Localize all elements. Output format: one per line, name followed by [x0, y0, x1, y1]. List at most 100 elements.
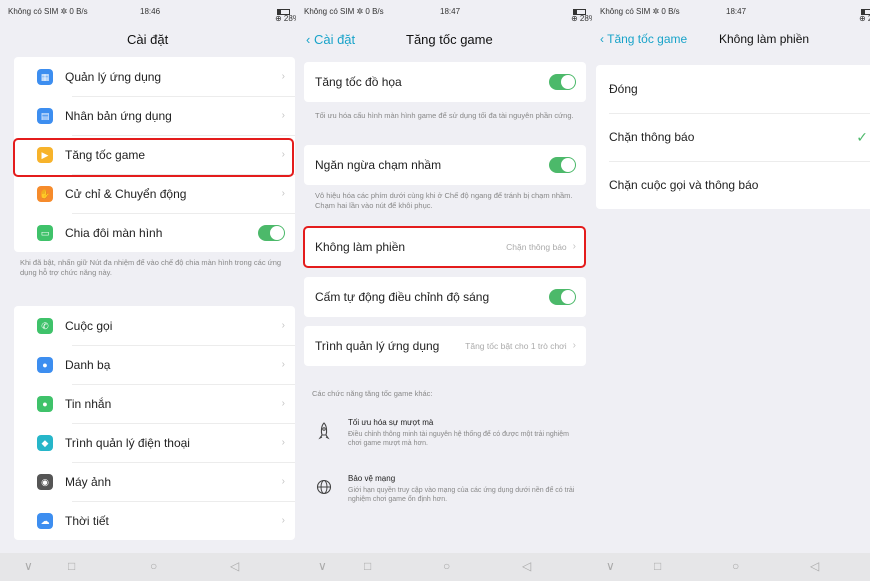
split-screen-note: Khi đã bật, nhấn giữ Nút đa nhiệm để vào…	[20, 258, 282, 277]
status-bar: Không có SIM ✲ 0 B/s 18:47 ⊕ 28%	[592, 0, 870, 23]
chevron-right-icon: ›	[281, 71, 285, 82]
header: ‹ Tăng tốc game Không làm phiền	[592, 22, 870, 58]
divider	[72, 135, 295, 136]
battery-icon	[573, 9, 586, 15]
settings-group-apps: ✆ Cuộc gọi › ● Danh bạ › ● Tin nhắn › ◆ Trình quản…	[14, 306, 295, 540]
game-speedup-screen: Không có SIM ✲ 0 B/s 18:47 ⊕ 28% ‹ Cài đ…	[296, 0, 592, 581]
nav-bar: ∨ □ ○ ◁	[592, 553, 870, 581]
settings-item-camera[interactable]: ◉ Máy ảnh ›	[14, 462, 295, 501]
chevron-right-icon: ›	[281, 437, 285, 448]
check-icon: ✓	[856, 128, 868, 145]
graphics-card: Tăng tốc đồ họa	[304, 62, 586, 102]
app-manager-icon: ▦	[37, 68, 53, 85]
graphics-note: Tối ưu hóa cấu hình màn hình game để sử …	[315, 111, 574, 120]
feature-network: Bảo vệ mạng Giới hạn quyền truy cập vào …	[310, 470, 578, 516]
clock: 18:47	[440, 7, 461, 16]
chevron-right-icon: ›	[281, 515, 285, 526]
nav-square-icon[interactable]: □	[68, 559, 75, 573]
carrier-text: Không có SIM ✲ 0 B/s	[8, 7, 88, 16]
nav-back-icon[interactable]: ∨	[24, 559, 33, 573]
nav-square-icon[interactable]: □	[364, 559, 371, 573]
chevron-right-icon: ›	[281, 188, 285, 199]
nav-home-icon[interactable]: ○	[732, 559, 739, 573]
highlight-dnd	[303, 226, 586, 268]
dnd-option[interactable]: Chặn cuộc gọi và thông báo	[596, 161, 870, 209]
settings-item-label: Chia đôi màn hình	[65, 225, 163, 240]
nav-bar: ∨ □ ○ ◁	[0, 553, 296, 581]
divider	[609, 113, 870, 114]
divider	[72, 501, 295, 502]
divider	[72, 213, 295, 214]
feature-title: Tối ưu hóa sự mượt mà	[348, 418, 434, 427]
split-screen-toggle[interactable]	[258, 224, 285, 241]
chevron-right-icon: ›	[281, 320, 285, 331]
nav-recent-icon[interactable]: ◁	[230, 559, 239, 573]
carrier-text: Không có SIM ✲ 0 B/s	[600, 7, 680, 16]
graphics-row: Tăng tốc đồ họa	[304, 62, 586, 101]
settings-item-weather[interactable]: ☁ Thời tiết ›	[14, 501, 295, 540]
nav-recent-icon[interactable]: ◁	[522, 559, 531, 573]
nav-recent-icon[interactable]: ◁	[810, 559, 819, 573]
touch-label: Ngăn ngừa chạm nhầm	[315, 157, 442, 172]
chevron-right-icon: ›	[281, 476, 285, 487]
weather-icon: ☁	[37, 512, 53, 529]
page-title: Không làm phiền	[719, 32, 810, 46]
settings-item-gesture[interactable]: ✋ Cử chỉ & Chuyển động ›	[14, 174, 295, 213]
gesture-icon: ✋	[37, 185, 53, 202]
battery-text: ⊕ 28%	[859, 7, 870, 23]
dnd-option-label: Đóng	[609, 82, 638, 96]
brightness-card: Cấm tự động điều chỉnh độ sáng	[304, 277, 586, 317]
settings-item-label: Thời tiết	[65, 513, 109, 528]
settings-item-split-screen[interactable]: ▭ Chia đôi màn hình	[14, 213, 295, 252]
phone-icon: ✆	[37, 317, 53, 334]
back-button[interactable]: ‹ Cài đặt	[306, 32, 355, 47]
split-screen-icon: ▭	[37, 224, 53, 241]
touch-note: Vô hiệu hóa các phím dưới cùng khi ở Chế…	[315, 191, 573, 210]
battery-text: ⊕ 28%	[571, 7, 592, 23]
app-clone-icon: ▤	[37, 107, 53, 124]
touch-row: Ngăn ngừa chạm nhầm	[304, 145, 586, 184]
divider	[72, 423, 295, 424]
touch-card: Ngăn ngừa chạm nhầm	[304, 145, 586, 185]
camera-icon: ◉	[37, 473, 53, 490]
settings-item-label: Nhân bản ứng dụng	[65, 108, 172, 123]
settings-item-label: Cuộc gọi	[65, 318, 113, 333]
touch-toggle[interactable]	[549, 156, 576, 173]
highlight-game-speedup	[13, 138, 294, 177]
settings-item-label: Cử chỉ & Chuyển động	[65, 186, 187, 201]
settings-item-app-manager[interactable]: ▦ Quản lý ứng dụng ›	[14, 57, 295, 96]
nav-home-icon[interactable]: ○	[150, 559, 157, 573]
settings-item-label: Tin nhắn	[65, 396, 112, 411]
divider	[72, 384, 295, 385]
other-features-heading: Các chức năng tăng tốc game khác:	[312, 389, 433, 398]
shield-icon: ◆	[37, 434, 53, 451]
dnd-option[interactable]: Chặn thông báo ✓	[596, 113, 870, 161]
dnd-option[interactable]: Đóng	[596, 65, 870, 113]
nav-home-icon[interactable]: ○	[443, 559, 450, 573]
rocket-icon	[318, 422, 330, 440]
dnd-option-label: Chặn cuộc gọi và thông báo	[609, 178, 759, 192]
settings-item-contacts[interactable]: ● Danh bạ ›	[14, 345, 295, 384]
app-manager-row[interactable]: Trình quản lý ứng dụng Tăng tốc bật cho …	[304, 326, 586, 365]
clock: 18:47	[726, 7, 747, 16]
nav-back-icon[interactable]: ∨	[318, 559, 327, 573]
settings-item-messages[interactable]: ● Tin nhắn ›	[14, 384, 295, 423]
settings-item-app-clone[interactable]: ▤ Nhân bản ứng dụng ›	[14, 96, 295, 135]
graphics-toggle[interactable]	[549, 73, 576, 90]
brightness-row: Cấm tự động điều chỉnh độ sáng	[304, 277, 586, 316]
battery-text: ⊕ 28%	[275, 7, 296, 23]
back-button[interactable]: ‹ Tăng tốc game	[600, 32, 687, 46]
app-manager-value: Tăng tốc bật cho 1 trò chơi	[465, 340, 567, 351]
settings-item-shield[interactable]: ◆ Trình quản lý điện thoại ›	[14, 423, 295, 462]
settings-item-label: Máy ảnh	[65, 474, 112, 489]
nav-square-icon[interactable]: □	[654, 559, 661, 573]
dnd-option-label: Chặn thông báo	[609, 130, 695, 144]
settings-screen: Không có SIM ✲ 0 B/s 18:46 ⊕ 28% Cài đặt…	[0, 0, 296, 581]
feature-desc: Giới hạn quyền truy cập vào mạng của các…	[348, 487, 575, 503]
brightness-toggle[interactable]	[549, 288, 576, 305]
nav-back-icon[interactable]: ∨	[606, 559, 615, 573]
app-manager-card[interactable]: Trình quản lý ứng dụng Tăng tốc bật cho …	[304, 326, 586, 366]
header: ‹ Cài đặt Tăng tốc game	[296, 22, 592, 58]
settings-item-phone[interactable]: ✆ Cuộc gọi ›	[14, 306, 295, 345]
chevron-right-icon: ›	[281, 110, 285, 121]
